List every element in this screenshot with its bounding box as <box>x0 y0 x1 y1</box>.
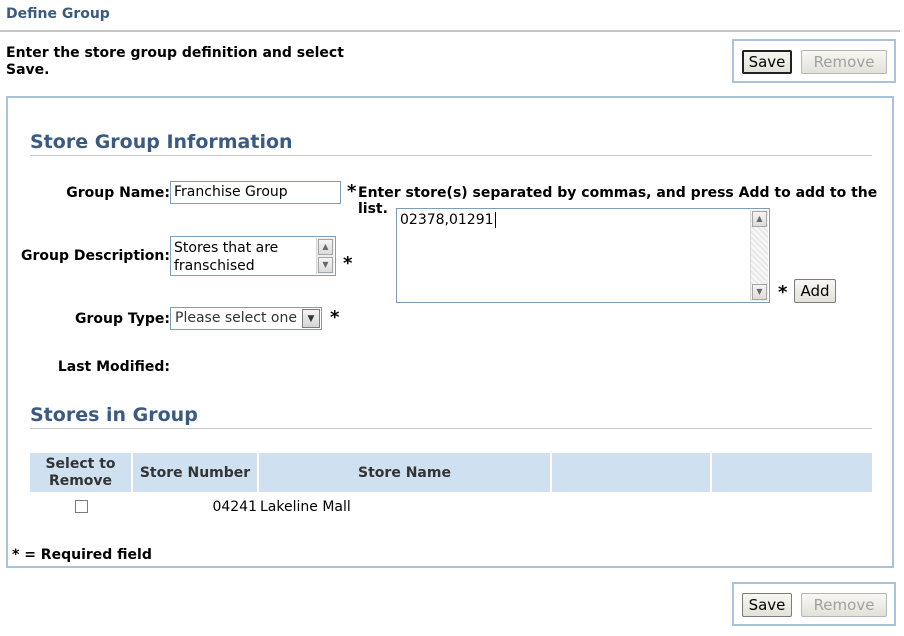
column-header-select-to-remove: Select to Remove <box>45 456 116 489</box>
store-name-cell: Lakeline Mall <box>260 499 351 515</box>
column-header-store-name[interactable]: Store Name <box>259 465 550 481</box>
group-type-select[interactable]: Please select one ▼ <box>170 307 322 330</box>
save-button[interactable]: Save <box>742 593 792 617</box>
group-type-label: Group Type: <box>74 311 170 327</box>
chevron-down-icon[interactable]: ▼ <box>302 309 320 328</box>
group-name-required: * <box>347 181 357 202</box>
group-description-label: Group Description: <box>20 248 170 264</box>
group-type-required: * <box>330 307 340 328</box>
stores-in-group-divider <box>30 428 872 429</box>
text-cursor: ​ <box>494 212 496 228</box>
group-type-selected: Please select one <box>175 310 297 326</box>
stores-entry-text: 02378,01291 <box>400 212 494 228</box>
page-title: Define Group <box>6 6 110 22</box>
scroll-down-icon[interactable]: ▼ <box>752 284 767 300</box>
group-description-text: Stores that are franschised <box>174 240 279 274</box>
store-group-info-title: Store Group Information <box>30 131 293 153</box>
add-button[interactable]: Add <box>794 279 836 303</box>
table-row: 04241 Lakeline Mall <box>30 492 872 520</box>
bottom-button-bar: Save Remove <box>732 582 896 626</box>
last-modified-label: Last Modified: <box>57 359 170 375</box>
column-header-store-number[interactable]: Store Number <box>133 465 257 481</box>
store-number-cell: 04241 <box>212 499 257 515</box>
stores-entry-scrollbar[interactable]: ▲ ▼ <box>750 210 768 301</box>
scroll-up-icon[interactable]: ▲ <box>752 211 767 227</box>
top-button-bar: Save Remove <box>732 39 896 83</box>
save-button[interactable]: Save <box>742 50 792 74</box>
instructions-text: Enter the store group definition and sel… <box>6 45 344 78</box>
stores-entry-required: * <box>778 282 788 303</box>
remove-button[interactable]: Remove <box>801 593 887 617</box>
stores-entry-textarea[interactable]: 02378,01291​ ▲ ▼ <box>396 208 770 303</box>
store-group-info-divider <box>30 155 872 156</box>
stores-table-header: Select to Remove Store Number Store Name <box>30 453 872 492</box>
scroll-down-icon[interactable]: ▼ <box>318 257 333 273</box>
group-name-label: Group Name: <box>66 185 170 201</box>
select-to-remove-checkbox[interactable] <box>75 500 88 513</box>
group-description-required: * <box>343 253 353 274</box>
scroll-up-icon[interactable]: ▲ <box>318 239 333 255</box>
group-description-textarea[interactable]: Stores that are franschised ▲ ▼ <box>170 236 336 276</box>
remove-button[interactable]: Remove <box>801 50 887 74</box>
stores-in-group-title: Stores in Group <box>30 404 198 426</box>
title-divider <box>0 30 900 32</box>
required-field-note: * = Required field <box>12 547 152 563</box>
group-description-scrollbar[interactable]: ▲ ▼ <box>316 238 334 274</box>
group-name-input[interactable]: Franchise Group <box>170 181 341 204</box>
